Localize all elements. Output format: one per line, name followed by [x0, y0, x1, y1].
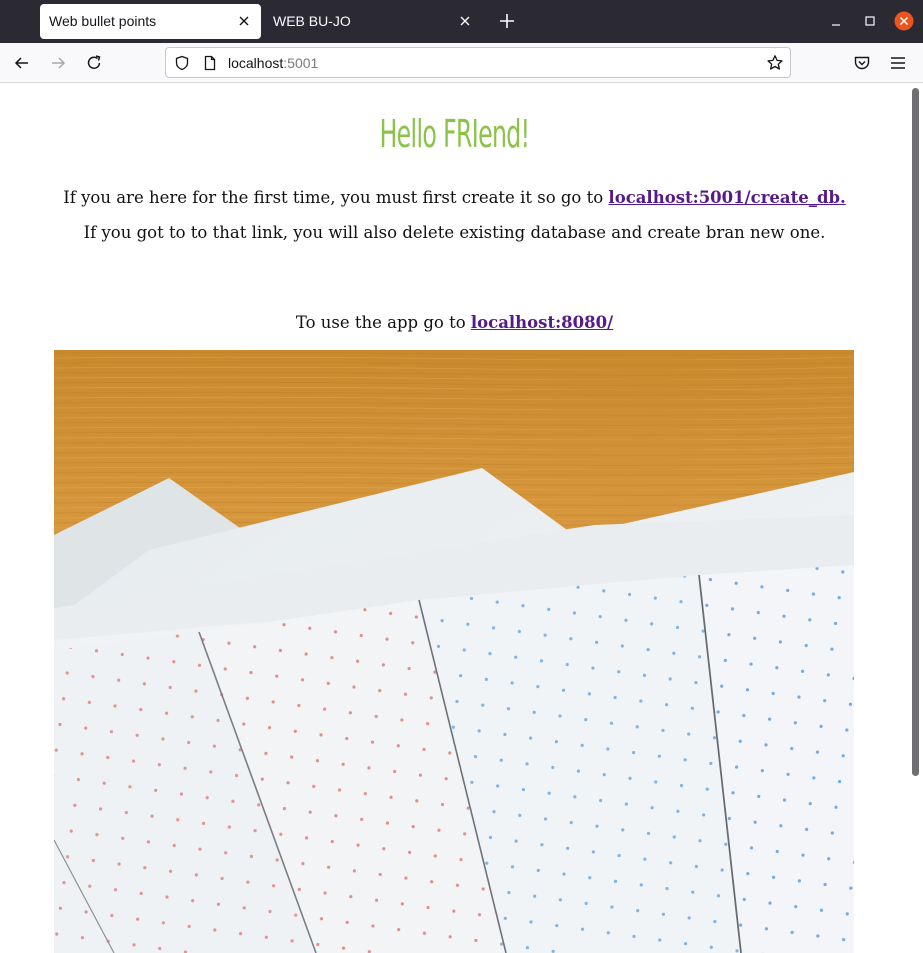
use-text: To use the app go to — [295, 313, 471, 332]
app-paragraph: To use the app go to localhost:8080/ — [0, 313, 909, 332]
tab-title: Web bullet points — [49, 13, 157, 29]
minimize-icon[interactable] — [826, 11, 846, 31]
tab-web-bu-jo[interactable]: WEB BU-JO — [264, 4, 482, 39]
page-content: Hello FRIend! If you are here for the fi… — [0, 84, 909, 953]
close-icon[interactable] — [237, 14, 251, 28]
shield-icon[interactable] — [174, 55, 190, 71]
close-icon[interactable] — [458, 14, 472, 28]
window-close-icon[interactable] — [894, 11, 914, 31]
create-db-link[interactable]: localhost:5001/create_db. — [608, 188, 845, 207]
navigation-toolbar: localhost:5001 — [0, 43, 923, 83]
plus-icon[interactable] — [498, 12, 516, 30]
pocket-icon[interactable] — [852, 53, 872, 73]
page-title: Hello FRIend! — [379, 112, 530, 156]
hamburger-menu-icon[interactable] — [888, 53, 908, 73]
address-bar[interactable]: localhost:5001 — [165, 47, 791, 78]
intro-text: If you are here for the first time, you … — [63, 188, 609, 207]
url-text[interactable]: localhost:5001 — [228, 55, 318, 71]
app-link[interactable]: localhost:8080/ — [471, 313, 613, 332]
warning-paragraph: If you got to to that link, you will als… — [83, 223, 826, 242]
forward-arrow-icon[interactable] — [48, 53, 68, 73]
tab-web-bullet-points[interactable]: Web bullet points — [40, 4, 261, 39]
url-host: localhost — [228, 55, 284, 71]
scrollbar-thumb[interactable] — [912, 88, 919, 776]
dotted-notebook-pages-photo — [54, 350, 854, 953]
reload-icon[interactable] — [84, 53, 104, 73]
page-icon[interactable] — [202, 55, 218, 71]
star-icon[interactable] — [766, 54, 784, 72]
url-port: :5001 — [283, 55, 319, 71]
intro-paragraph: If you are here for the first time, you … — [0, 188, 909, 207]
tab-strip: Web bullet points WEB BU-JO — [0, 0, 923, 43]
maximize-icon[interactable] — [860, 11, 880, 31]
back-arrow-icon[interactable] — [12, 53, 32, 73]
tab-title: WEB BU-JO — [273, 13, 351, 29]
